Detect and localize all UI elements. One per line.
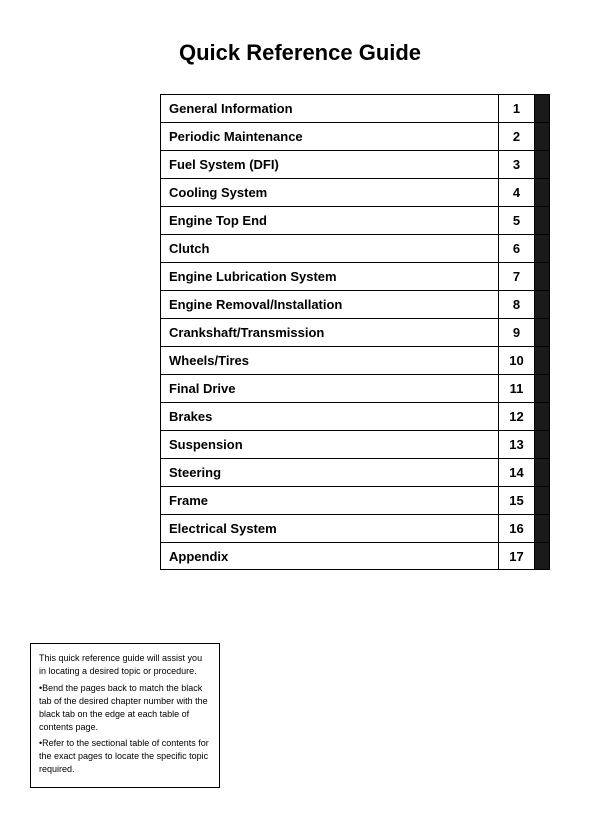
toc-item-label: Appendix bbox=[161, 543, 499, 569]
toc-item-number: 8 bbox=[499, 291, 535, 318]
toc-item-number: 14 bbox=[499, 459, 535, 486]
toc-row: Final Drive11 bbox=[160, 374, 550, 402]
toc-item-label: Cooling System bbox=[161, 179, 499, 206]
toc-item-label: Engine Removal/Installation bbox=[161, 291, 499, 318]
toc-item-number: 2 bbox=[499, 123, 535, 150]
toc-row: Crankshaft/Transmission9 bbox=[160, 318, 550, 346]
toc-item-number: 3 bbox=[499, 151, 535, 178]
toc-row: General Information1 bbox=[160, 94, 550, 122]
toc-item-tab bbox=[535, 179, 549, 206]
toc-row: Cooling System4 bbox=[160, 178, 550, 206]
toc-item-tab bbox=[535, 123, 549, 150]
toc-item-tab bbox=[535, 291, 549, 318]
note-bullet2: •Refer to the sectional table of content… bbox=[39, 737, 211, 776]
toc-item-number: 13 bbox=[499, 431, 535, 458]
toc-item-label: Engine Top End bbox=[161, 207, 499, 234]
toc-item-tab bbox=[535, 459, 549, 486]
toc-item-number: 7 bbox=[499, 263, 535, 290]
toc-item-tab bbox=[535, 207, 549, 234]
toc-container: General Information1Periodic Maintenance… bbox=[160, 94, 550, 570]
toc-row: Engine Top End5 bbox=[160, 206, 550, 234]
toc-item-number: 16 bbox=[499, 515, 535, 542]
toc-item-tab bbox=[535, 543, 549, 569]
toc-item-number: 1 bbox=[499, 95, 535, 122]
toc-row: Fuel System (DFI)3 bbox=[160, 150, 550, 178]
toc-item-tab bbox=[535, 263, 549, 290]
toc-item-label: Wheels/Tires bbox=[161, 347, 499, 374]
toc-item-label: Fuel System (DFI) bbox=[161, 151, 499, 178]
toc-row: Electrical System16 bbox=[160, 514, 550, 542]
note-bullet1: •Bend the pages back to match the black … bbox=[39, 682, 211, 734]
toc-item-label: Periodic Maintenance bbox=[161, 123, 499, 150]
toc-item-tab bbox=[535, 431, 549, 458]
toc-item-tab bbox=[535, 319, 549, 346]
toc-item-tab bbox=[535, 151, 549, 178]
toc-item-number: 11 bbox=[499, 375, 535, 402]
toc-item-number: 4 bbox=[499, 179, 535, 206]
toc-item-tab bbox=[535, 515, 549, 542]
toc-item-number: 15 bbox=[499, 487, 535, 514]
toc-row: Periodic Maintenance2 bbox=[160, 122, 550, 150]
toc-row: Suspension13 bbox=[160, 430, 550, 458]
toc-item-tab bbox=[535, 375, 549, 402]
note-line1: This quick reference guide will assist y… bbox=[39, 652, 211, 678]
toc-row: Engine Lubrication System7 bbox=[160, 262, 550, 290]
toc-item-tab bbox=[535, 403, 549, 430]
toc-item-label: Brakes bbox=[161, 403, 499, 430]
toc-row: Clutch6 bbox=[160, 234, 550, 262]
toc-row: Wheels/Tires10 bbox=[160, 346, 550, 374]
toc-item-tab bbox=[535, 487, 549, 514]
page-title: Quick Reference Guide bbox=[30, 40, 570, 66]
toc-row: Frame15 bbox=[160, 486, 550, 514]
toc-item-label: Crankshaft/Transmission bbox=[161, 319, 499, 346]
toc-row: Steering14 bbox=[160, 458, 550, 486]
toc-item-label: Electrical System bbox=[161, 515, 499, 542]
toc-item-number: 12 bbox=[499, 403, 535, 430]
toc-item-tab bbox=[535, 347, 549, 374]
toc-row: Brakes12 bbox=[160, 402, 550, 430]
toc-item-label: General Information bbox=[161, 95, 499, 122]
toc-item-number: 6 bbox=[499, 235, 535, 262]
page: Quick Reference Guide General Informatio… bbox=[0, 0, 600, 818]
toc-item-label: Engine Lubrication System bbox=[161, 263, 499, 290]
toc-item-label: Clutch bbox=[161, 235, 499, 262]
toc-item-tab bbox=[535, 235, 549, 262]
toc-item-label: Final Drive bbox=[161, 375, 499, 402]
toc-item-label: Steering bbox=[161, 459, 499, 486]
toc-row: Engine Removal/Installation8 bbox=[160, 290, 550, 318]
note-box: This quick reference guide will assist y… bbox=[30, 643, 220, 788]
toc-item-label: Suspension bbox=[161, 431, 499, 458]
toc-item-label: Frame bbox=[161, 487, 499, 514]
toc-item-number: 9 bbox=[499, 319, 535, 346]
toc-item-number: 17 bbox=[499, 543, 535, 569]
toc-item-number: 10 bbox=[499, 347, 535, 374]
toc-item-tab bbox=[535, 95, 549, 122]
toc-item-number: 5 bbox=[499, 207, 535, 234]
toc-row: Appendix17 bbox=[160, 542, 550, 570]
